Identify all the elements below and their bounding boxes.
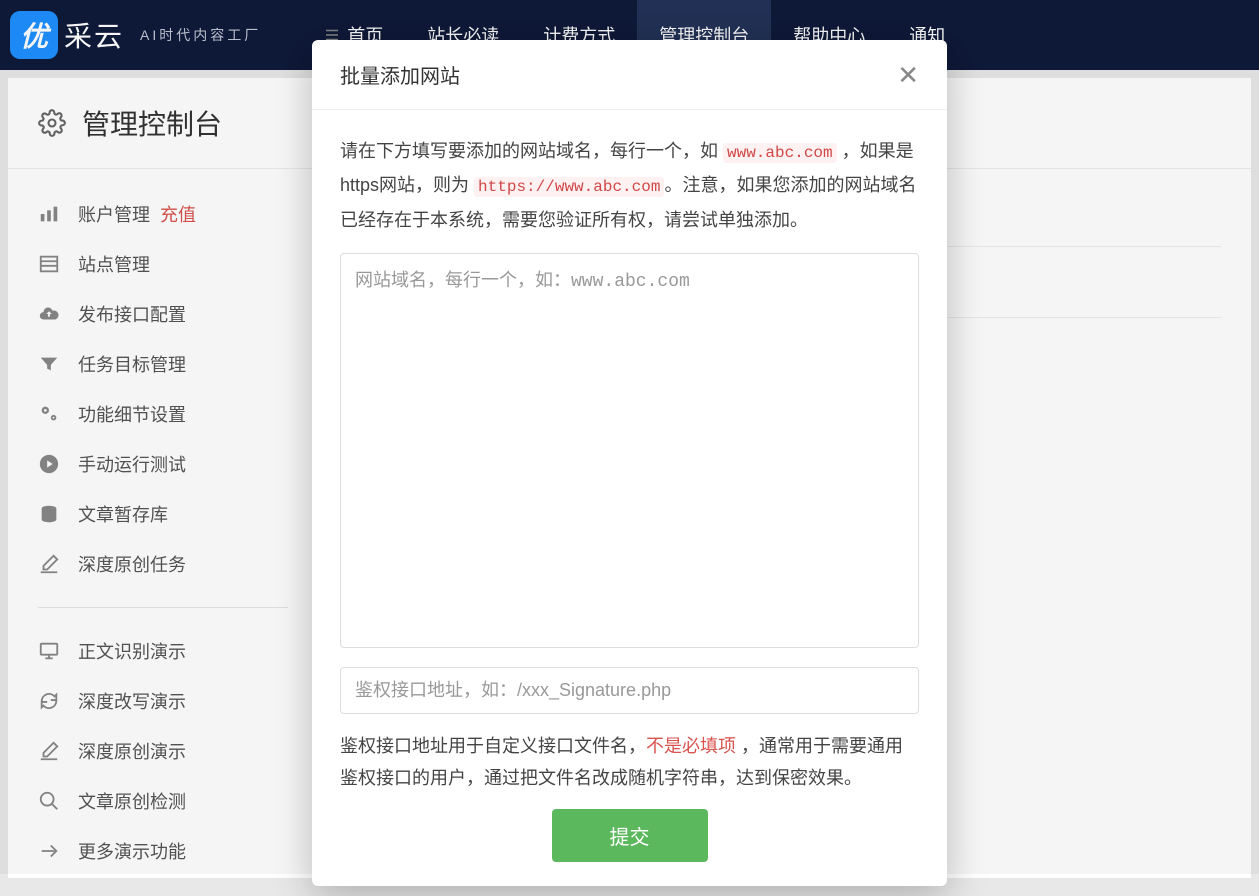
auth-note: 鉴权接口地址用于自定义接口文件名，不是必填项 ，通常用于需要通用鉴权接口的用户，… <box>340 730 919 795</box>
modal-instructions: 请在下方填写要添加的网站域名，每行一个，如 www.abc.com ，如果是ht… <box>340 134 919 237</box>
code-example-2: https://www.abc.com <box>474 177 664 197</box>
batch-add-modal: 批量添加网站 ✕ 请在下方填写要添加的网站域名，每行一个，如 www.abc.c… <box>312 40 947 886</box>
close-icon[interactable]: ✕ <box>897 62 919 88</box>
code-example-1: www.abc.com <box>723 143 837 163</box>
modal-header: 批量添加网站 ✕ <box>312 40 947 110</box>
modal-title: 批量添加网站 <box>340 60 460 89</box>
auth-url-input[interactable] <box>340 667 919 714</box>
submit-button[interactable]: 提交 <box>552 809 708 862</box>
modal-overlay: 批量添加网站 ✕ 请在下方填写要添加的网站域名，每行一个，如 www.abc.c… <box>0 0 1259 874</box>
note-text-1: 鉴权接口地址用于自定义接口文件名， <box>340 736 646 756</box>
inst-text-1: 请在下方填写要添加的网站域名，每行一个，如 <box>340 141 723 161</box>
modal-body: 请在下方填写要添加的网站域名，每行一个，如 www.abc.com ，如果是ht… <box>312 110 947 886</box>
note-optional: 不是必填项 <box>646 736 736 756</box>
domains-textarea[interactable] <box>340 253 919 648</box>
